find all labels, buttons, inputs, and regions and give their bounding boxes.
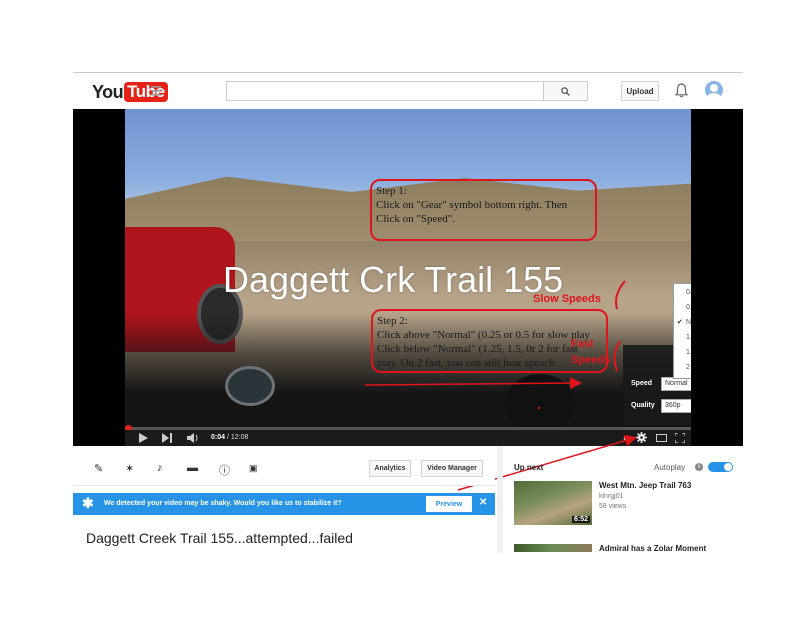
star-icon: ✱ [82, 495, 94, 511]
music-note-icon[interactable]: ♪ [157, 462, 163, 474]
creator-action-bar: ✎ ✶ ♪ ▬ ⓘ ▣ Analytics Video Manager [73, 452, 495, 486]
theater-mode-icon[interactable] [656, 434, 667, 442]
cc-icon[interactable]: ▣ [249, 463, 258, 474]
avatar-body [707, 93, 721, 99]
masthead: You Tube Upload [73, 73, 743, 109]
info-icon[interactable]: ⓘ [219, 462, 230, 478]
current-time: 0:04 [211, 434, 226, 441]
bell-icon[interactable] [675, 83, 688, 98]
comment-icon[interactable]: ▬ [187, 462, 198, 474]
recommended-video-views: 58 views [599, 503, 627, 510]
recommended-video-title-2[interactable]: Admiral has a Zolar Moment [599, 544, 706, 553]
autoplay-info-icon[interactable]: i [695, 463, 703, 471]
recommended-video-channel[interactable]: klnrgj01 [599, 493, 624, 500]
preview-button[interactable]: Preview [426, 496, 472, 512]
analytics-button[interactable]: Analytics [369, 460, 411, 477]
video-thumbnail-2[interactable] [514, 544, 592, 552]
column-divider [497, 446, 503, 553]
pencil-icon[interactable]: ✎ [94, 462, 103, 475]
watch-title: Daggett Creek Trail 155...attempted...fa… [86, 530, 353, 546]
search-button[interactable] [544, 81, 588, 101]
avatar[interactable] [705, 81, 723, 99]
up-next-label: Up next [514, 463, 544, 472]
fullscreen-icon[interactable] [675, 433, 685, 443]
next-icon[interactable] [162, 433, 173, 443]
search-icon [561, 86, 570, 96]
volume-icon[interactable] [187, 433, 199, 443]
guide-icon[interactable] [151, 86, 167, 96]
stabilize-message: We detected your video may be shaky. Wou… [104, 500, 342, 507]
video-manager-button[interactable]: Video Manager [421, 460, 483, 477]
upload-button[interactable]: Upload [621, 81, 659, 101]
duration: 12:08 [230, 434, 249, 441]
close-icon[interactable]: ✕ [479, 497, 487, 508]
play-icon[interactable] [139, 433, 148, 443]
avatar-head [710, 84, 718, 92]
video-player[interactable]: Daggett Crk Trail 155 Step 1: Click on "… [73, 109, 743, 446]
toggle-knob [724, 463, 732, 471]
time-display: 0:04 / 12:08 [211, 434, 249, 441]
annotation-arrows [364, 280, 626, 410]
recommended-video-title[interactable]: West Mtn. Jeep Trail 763 [599, 481, 691, 490]
autoplay-toggle[interactable] [708, 462, 733, 472]
video-frame[interactable]: Daggett Crk Trail 155 Step 1: Click on "… [125, 109, 691, 427]
video-duration-badge: 6:52 [571, 516, 590, 523]
autoplay-label: Autoplay [654, 463, 686, 472]
logo-you-text: You [92, 81, 124, 102]
stabilize-banner: ✱ We detected your video may be shaky. W… [73, 493, 495, 515]
search-input[interactable] [226, 81, 544, 101]
video-thumbnail[interactable]: 6:52 [514, 481, 592, 525]
magic-wand-icon[interactable]: ✶ [125, 462, 134, 475]
